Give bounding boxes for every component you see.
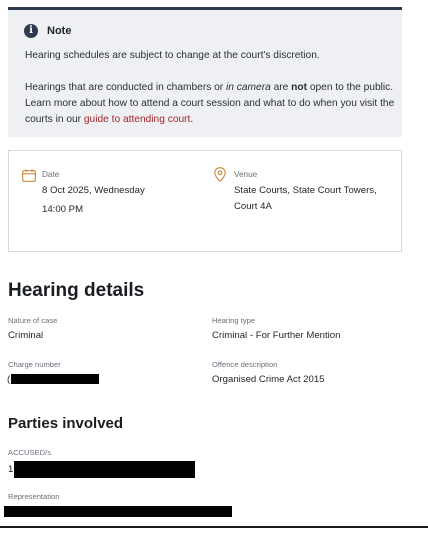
bottom-divider [0,526,428,528]
date-label: Date [42,170,60,179]
venue-value-line1: State Courts, State Court Towers, [234,185,377,196]
guide-to-attending-court-link[interactable]: guide to attending court [84,114,190,125]
note-text: are [270,82,292,93]
hearing-type-value: Criminal - For Further Mention [212,330,341,341]
offence-description-value: Organised Crime Act 2015 [212,374,325,385]
calendar-icon [22,169,36,182]
representation-label: Representation [8,492,60,501]
venue-value-line2: Court 4A [234,201,272,212]
time-value: 14:00 PM [42,204,84,215]
note-panel: i Note Hearing schedules are subject to … [8,7,402,137]
accused-index: 1 [8,464,14,475]
charge-number-redaction [11,374,99,384]
representation-redaction [4,506,232,517]
charge-number-prefix: ( [7,374,11,385]
hearing-details-heading: Hearing details [8,280,145,301]
note-paragraph-access: Hearings that are conducted in chambers … [25,80,395,128]
nature-of-case-label: Nature of case [8,316,58,325]
note-text: . [190,114,194,125]
note-title: Note [47,25,72,37]
accused-name-redaction [14,461,195,478]
date-value: 8 Oct 2025, Wednesday [42,185,145,196]
parties-involved-heading: Parties involved [8,415,124,432]
location-pin-icon [214,167,226,182]
schedule-card: Date 8 Oct 2025, Wednesday 14:00 PM Venu… [8,150,402,252]
note-emphasis-in-camera: in camera [226,82,271,93]
venue-label: Venue [234,170,258,179]
note-text: Hearings that are conducted in chambers … [25,82,227,93]
charge-number-label: Charge number [8,360,61,369]
note-emphasis-not: not [291,82,307,93]
note-header: i Note [24,24,71,38]
hearing-type-label: Hearing type [212,316,256,325]
nature-of-case-value: Criminal [8,330,44,341]
info-icon: i [24,24,38,38]
accused-label: ACCUSED/s [8,448,52,457]
offence-description-label: Offence description [212,360,278,369]
note-paragraph-schedule: Hearing schedules are subject to change … [25,50,320,61]
